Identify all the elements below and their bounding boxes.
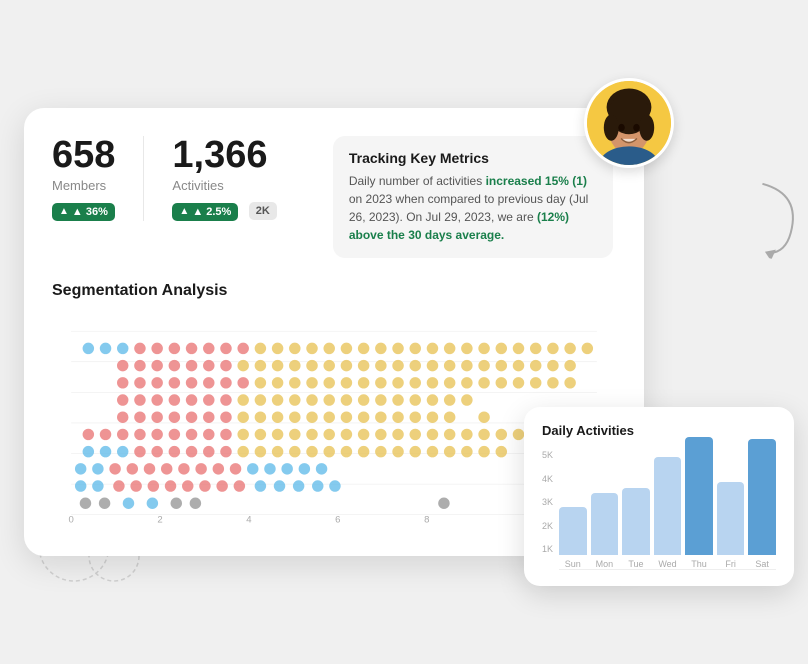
members-value: 658	[52, 136, 115, 174]
bar-x-label: Wed	[658, 559, 676, 569]
bar-rect	[654, 457, 682, 555]
svg-text:4: 4	[246, 514, 252, 525]
bar-x-label: Mon	[596, 559, 614, 569]
activities-badge-text: ▲ 2.5%	[192, 206, 231, 218]
svg-text:0: 0	[68, 514, 73, 525]
bar-rect	[591, 493, 619, 555]
tracking-highlight-2: (12%) above the 30 days average.	[349, 210, 569, 242]
members-metric: 658 Members ▲ ▲ 36%	[52, 136, 144, 221]
members-badge-text: ▲ 36%	[72, 206, 108, 218]
svg-text:6: 6	[335, 514, 340, 525]
y-label-2k: 2K	[542, 521, 553, 531]
bar-rect	[559, 507, 587, 555]
daily-activities-card: Daily Activities 5K 4K 3K 2K 1K Sun Mon Tu…	[524, 407, 794, 586]
bar-x-label: Fri	[725, 559, 736, 569]
y-label-5k: 5K	[542, 450, 553, 460]
tracking-text: Daily number of activities increased 15%…	[349, 172, 597, 244]
bar-x-label: Tue	[628, 559, 643, 569]
segmentation-title: Segmentation Analysis	[52, 282, 616, 300]
activities-2k-badge: 2K	[249, 202, 277, 220]
arrow-decoration	[735, 172, 808, 265]
bar-x-label: Sun	[565, 559, 581, 569]
bar-rect	[748, 439, 776, 555]
bar-rect	[717, 482, 745, 555]
activities-badge: ▲ ▲ 2.5%	[172, 203, 238, 221]
tracking-title: Tracking Key Metrics	[349, 150, 597, 166]
metrics-row: 658 Members ▲ ▲ 36% 1,366 Activities ▲ ▲…	[52, 136, 616, 258]
bar-col: Fri	[717, 482, 745, 569]
y-label-3k: 3K	[542, 497, 553, 507]
activities-value: 1,366	[172, 136, 276, 174]
bar-col: Sat	[748, 439, 776, 569]
activities-arrow-icon: ▲	[179, 206, 189, 217]
bar-col: Mon	[591, 493, 619, 569]
svg-text:8: 8	[424, 514, 429, 525]
members-badge: ▲ ▲ 36%	[52, 203, 115, 221]
members-arrow-icon: ▲	[59, 206, 69, 217]
outer-wrapper: 658 Members ▲ ▲ 36% 1,366 Activities ▲ ▲…	[24, 108, 784, 556]
bar-col: Thu	[685, 437, 713, 569]
activities-metric: 1,366 Activities ▲ ▲ 2.5% 2K	[172, 136, 304, 221]
bar-rect	[685, 437, 713, 555]
activities-label: Activities	[172, 178, 276, 193]
bar-x-label: Sat	[755, 559, 769, 569]
bar-rect	[622, 488, 650, 555]
tracking-highlight-1: increased 15% (1)	[486, 174, 587, 188]
bar-col: Tue	[622, 488, 650, 569]
bar-x-label: Thu	[691, 559, 707, 569]
metrics-left: 658 Members ▲ ▲ 36% 1,366 Activities ▲ ▲…	[52, 136, 333, 221]
svg-text:2: 2	[157, 514, 162, 525]
bar-col: Wed	[654, 457, 682, 569]
bar-col: Sun	[559, 507, 587, 569]
y-label-4k: 4K	[542, 474, 553, 484]
avatar	[584, 78, 674, 168]
tracking-box: Tracking Key Metrics Daily number of act…	[333, 136, 613, 258]
members-label: Members	[52, 178, 115, 193]
y-label-1k: 1K	[542, 544, 553, 554]
daily-activities-title: Daily Activities	[542, 423, 776, 438]
